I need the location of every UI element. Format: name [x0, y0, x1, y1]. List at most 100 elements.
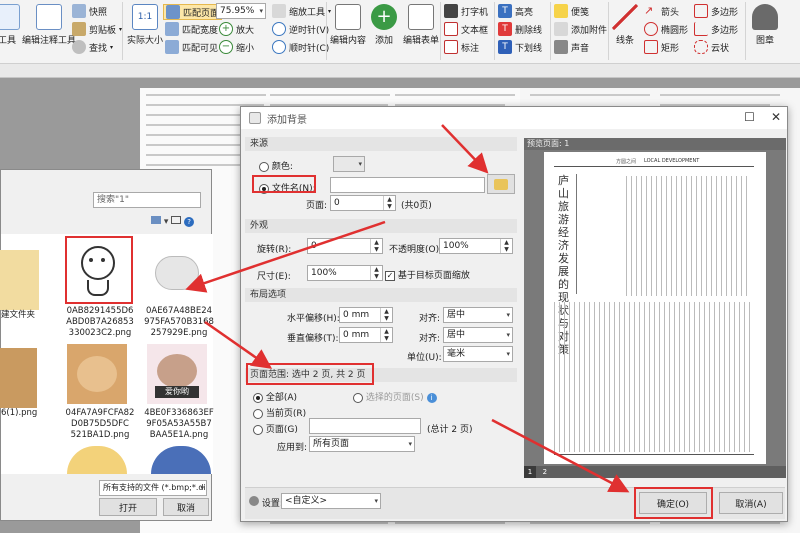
align-select-h[interactable]: 居中 ▾ [443, 307, 513, 323]
color-picker[interactable]: ▾ [333, 156, 365, 172]
clipboard-button[interactable]: 剪贴板 ▾ [72, 22, 122, 36]
folder-thumbnail[interactable] [0, 250, 39, 310]
note-button[interactable]: 便笺 [554, 4, 589, 18]
pages-radio[interactable] [253, 424, 263, 435]
fit-page-icon [166, 5, 180, 19]
preview-page: 方圆之间 LOCAL DEVELOPMENT 庐山旅游经济发展的现状与对策 [544, 152, 766, 464]
textbox-button[interactable]: 文本框 [444, 22, 488, 36]
open-button[interactable]: 打开 [99, 498, 157, 516]
rectangle-button[interactable]: 矩形 [644, 40, 679, 54]
line-button[interactable]: 线条 [612, 4, 638, 46]
find-button[interactable]: 查找 ▾ [72, 40, 113, 54]
current-page-option[interactable]: 当前页(R) [253, 406, 306, 419]
polyline-button[interactable]: 多边形 [694, 22, 738, 36]
zoom-out-button[interactable]: − 缩小 [219, 40, 254, 54]
file-thumbnail-5[interactable]: 爱你哟 [147, 344, 207, 404]
actual-size-button[interactable]: 1:1 实际大小 [127, 4, 163, 46]
selected-pages-radio[interactable] [353, 392, 363, 403]
sound-button[interactable]: 声音 [554, 40, 589, 54]
view-options[interactable]: ▾ ? [151, 216, 195, 227]
h-offset-input[interactable]: 0 mm ▲ ▼ [339, 307, 393, 323]
zoom-select[interactable]: 75.95% ▾ [216, 3, 266, 19]
search-input[interactable]: 搜索"1" [93, 192, 201, 208]
highlight-button[interactable]: T 高亮 [498, 4, 533, 18]
fit-width-button[interactable]: 匹配宽度 [165, 22, 218, 36]
all-pages-option[interactable]: 全部(A) [253, 390, 297, 403]
file-name-4[interactable]: 04FA7A9FCFA82 D0B75D5DFC 521BA1D.png [63, 408, 137, 441]
add-attachment-button[interactable]: 添加附件 [554, 22, 607, 36]
pages-input[interactable] [309, 418, 421, 434]
underline-button[interactable]: T 下划线 [498, 40, 542, 54]
file-thumbnail-4[interactable] [67, 344, 127, 404]
file-name-1[interactable]: 0AB8291455D6 ABD0B7A26853 330023C2.png [63, 306, 137, 339]
file-thumbnail-2[interactable] [147, 242, 207, 302]
cloud-icon [694, 40, 708, 54]
align-select-v[interactable]: 居中 ▾ [443, 327, 513, 343]
rotate-right-button[interactable]: 顺时针(C) [272, 40, 329, 54]
unit-label: 单位(U): [407, 353, 442, 363]
spinner-icon[interactable]: ▲ ▼ [380, 328, 392, 342]
edit-content-icon [335, 4, 361, 30]
file-name-3[interactable]: 6(1).png [1, 408, 37, 419]
spinner-icon[interactable]: ▲ ▼ [500, 239, 512, 253]
filetype-select[interactable]: 所有支持的文件 (*.bmp;*.dib;* ▾ [99, 480, 207, 496]
selected-pages-option[interactable]: 选择的页面(S) i [353, 390, 437, 403]
current-page-radio[interactable] [253, 408, 263, 419]
file-cancel-button[interactable]: 取消 [163, 498, 209, 516]
all-pages-radio[interactable] [253, 392, 263, 403]
ellipse-button[interactable]: 椭圆形 [644, 22, 688, 36]
typewriter-button[interactable]: 打字机 [444, 4, 488, 18]
spinner-icon[interactable]: ▲ ▼ [380, 308, 392, 322]
spinner-icon[interactable]: ▲ ▼ [370, 239, 382, 253]
strikeout-button[interactable]: T 删除线 [498, 22, 542, 36]
preview-page-1[interactable]: 1 [524, 466, 536, 478]
add-button[interactable]: + 添加 [371, 4, 397, 46]
tool-button[interactable]: 工具 [0, 4, 20, 46]
callout-button[interactable]: 标注 [444, 40, 479, 54]
spinner-icon[interactable]: ▲ ▼ [370, 266, 382, 280]
stamp-button[interactable]: 图章 [752, 4, 778, 46]
maximize-icon[interactable]: ☐ [744, 110, 755, 124]
preview-page-2[interactable]: 2 [539, 466, 551, 478]
apply-to-label: 应用到: [277, 443, 308, 453]
edit-content-button[interactable]: 编辑内容 [330, 4, 366, 46]
polygon-button[interactable]: 多边形 [694, 4, 738, 18]
opacity-input[interactable]: 100% ▲ ▼ [439, 238, 513, 254]
new-folder-label[interactable]: 建文件夹 [1, 310, 35, 321]
edit-form-button[interactable]: 编辑表单 [403, 4, 439, 46]
v-offset-input[interactable]: 0 mm ▲ ▼ [339, 327, 393, 343]
checkbox-checked[interactable]: ✓ [385, 270, 395, 281]
page-total-text: (共0页) [401, 201, 432, 211]
fit-visible-button[interactable]: 匹配可见 [165, 40, 218, 54]
browse-button[interactable] [487, 174, 515, 194]
file-name-input[interactable] [330, 177, 485, 193]
fit-page-button[interactable]: 匹配页面 [163, 4, 223, 20]
settings-select[interactable]: <自定义> ▾ [281, 493, 381, 509]
rotate-left-button[interactable]: 逆时针(V) [272, 22, 329, 36]
snapshot-button[interactable]: 快照 [72, 4, 107, 18]
color-radio[interactable] [259, 161, 269, 172]
rotation-input[interactable]: 0 ▲ ▼ [307, 238, 383, 254]
pages-option[interactable]: 页面(G) [253, 422, 298, 435]
cloud-button[interactable]: 云状 [694, 40, 729, 54]
file-name-5[interactable]: 4BE0F336863EF 9F05A53A55B7 BAA5E1A.png [143, 408, 215, 441]
spinner-icon[interactable]: ▲ ▼ [383, 196, 395, 210]
file-option-highlight [252, 175, 316, 193]
edit-annotation-tool-button[interactable]: 编辑注释工具 [22, 4, 76, 46]
size-input[interactable]: 100% ▲ ▼ [307, 265, 383, 281]
zoom-in-icon: + [219, 22, 233, 36]
dialog-title-bar: 添加背景 ☐ ✕ [241, 107, 787, 129]
file-thumbnail-3[interactable] [0, 348, 37, 408]
unit-select[interactable]: 毫米 ▾ [443, 346, 513, 362]
file-name-2[interactable]: 0AE67A48BE24 975FA570B3168 257929E.png [143, 306, 215, 339]
apply-to-select[interactable]: 所有页面 ▾ [309, 436, 415, 452]
zoom-tool-button[interactable]: 缩放工具 ▾ [272, 4, 331, 18]
arrow-button[interactable]: ↗ 箭头 [644, 4, 679, 18]
close-icon[interactable]: ✕ [771, 110, 781, 124]
color-option[interactable]: 颜色: [259, 159, 293, 172]
page-input[interactable]: 0 ▲ ▼ [330, 195, 396, 211]
scale-checkbox[interactable]: ✓ 基于目标页面缩放 [385, 268, 470, 281]
section-tag: 方圆之间 [616, 159, 637, 165]
cancel-button[interactable]: 取消(A) [719, 492, 783, 514]
zoom-in-button[interactable]: + 放大 [219, 22, 254, 36]
